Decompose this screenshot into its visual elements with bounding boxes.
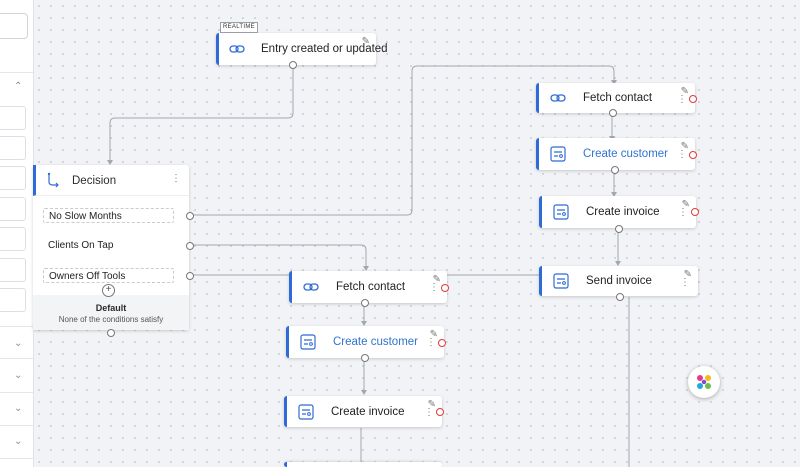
field-slot[interactable] xyxy=(0,106,26,130)
create-invoice-node[interactable]: Create invoice ✎ ⋮ xyxy=(284,396,442,427)
kebab-icon[interactable]: ⋮ xyxy=(678,208,688,218)
field-slot[interactable] xyxy=(0,136,26,160)
field-slot[interactable] xyxy=(0,288,26,312)
error-port[interactable] xyxy=(689,95,697,103)
left-panel: ⌃ ⌄ ⌄ ⌄ ⌄ xyxy=(0,0,34,467)
error-port[interactable] xyxy=(691,208,699,216)
send-invoice-node[interactable]: Send invoice ✎ ⋮ xyxy=(539,266,698,296)
divider xyxy=(0,72,33,73)
node-label: Fetch contact xyxy=(583,92,653,104)
module-icon xyxy=(297,403,315,421)
field-slot[interactable] xyxy=(0,227,26,251)
output-port[interactable] xyxy=(361,354,369,362)
decision-node[interactable]: Decision ⋮ No Slow Months Clients On Tap… xyxy=(33,165,189,330)
module-icon xyxy=(552,203,570,221)
link-icon xyxy=(229,40,245,58)
pencil-icon[interactable]: ✎ xyxy=(362,36,370,47)
decision-title: Decision xyxy=(72,175,117,187)
module-icon xyxy=(299,333,317,351)
divider xyxy=(0,358,33,359)
plus-icon[interactable]: + xyxy=(102,284,115,297)
chevron-down-icon[interactable]: ⌄ xyxy=(14,370,22,381)
colorful-logo-icon xyxy=(697,375,711,389)
output-port[interactable] xyxy=(107,329,115,337)
chevron-down-icon[interactable]: ⌄ xyxy=(14,338,22,349)
node-label: Fetch contact xyxy=(336,281,406,293)
default-title: Default xyxy=(95,303,127,313)
condition-owners-off-tools[interactable]: Owners Off Tools xyxy=(43,268,174,283)
divider xyxy=(0,458,33,459)
create-invoice-node[interactable]: Create invoice ✎ ⋮ xyxy=(539,196,696,228)
field-slot[interactable] xyxy=(0,197,26,221)
output-port[interactable] xyxy=(361,299,369,307)
kebab-icon[interactable]: ⋮ xyxy=(171,174,181,184)
module-icon xyxy=(552,272,570,290)
output-port[interactable] xyxy=(609,109,617,117)
fetch-contact-node[interactable]: Fetch contact ✎ ⋮ xyxy=(289,271,447,303)
node-label: Create invoice xyxy=(331,405,405,418)
link-icon xyxy=(549,89,567,107)
output-port[interactable] xyxy=(616,293,624,301)
kebab-icon[interactable]: ⋮ xyxy=(677,150,687,160)
search-input[interactable] xyxy=(0,13,28,39)
kebab-icon[interactable]: ⋮ xyxy=(426,338,436,348)
output-port[interactable] xyxy=(186,272,194,280)
output-port[interactable] xyxy=(289,61,297,69)
decision-header: Decision ⋮ xyxy=(33,165,189,196)
output-port[interactable] xyxy=(615,225,623,233)
default-subtitle: None of the conditions satisfy xyxy=(58,315,164,324)
trigger-node[interactable]: REALTIME Entry created or updated ✎ xyxy=(216,22,388,65)
divider xyxy=(0,326,33,327)
node-label: Send invoice xyxy=(586,275,652,287)
node-label: Create invoice xyxy=(586,206,660,218)
fetch-contact-node[interactable]: Fetch contact ✎ ⋮ xyxy=(536,83,695,113)
decision-icon xyxy=(46,172,60,191)
node-label: Create customer xyxy=(583,148,669,160)
next-node[interactable] xyxy=(284,462,442,467)
chevron-down-icon[interactable]: ⌄ xyxy=(14,403,22,414)
condition-no-slow-months[interactable]: No Slow Months xyxy=(43,208,174,223)
error-port[interactable] xyxy=(441,284,449,292)
chevron-up-icon[interactable]: ⌃ xyxy=(14,81,22,92)
output-port[interactable] xyxy=(186,242,194,250)
divider xyxy=(0,425,33,426)
condition-clients-on-tap[interactable]: Clients On Tap xyxy=(43,238,174,253)
node-label: Create customer xyxy=(333,336,419,348)
error-port[interactable] xyxy=(438,339,446,347)
link-icon xyxy=(302,278,320,296)
module-icon xyxy=(549,145,567,163)
realtime-tag: REALTIME xyxy=(220,22,258,33)
kebab-icon[interactable]: ⋮ xyxy=(677,95,687,105)
kebab-icon[interactable]: ⋮ xyxy=(680,278,690,288)
output-port[interactable] xyxy=(186,212,194,220)
kebab-icon[interactable]: ⋮ xyxy=(429,283,439,293)
divider xyxy=(0,392,33,393)
error-port[interactable] xyxy=(689,151,697,159)
assistant-fab-button[interactable] xyxy=(688,366,720,398)
field-slot[interactable] xyxy=(0,166,26,190)
chevron-down-icon[interactable]: ⌄ xyxy=(14,436,22,447)
error-port[interactable] xyxy=(436,408,444,416)
field-slot[interactable] xyxy=(0,258,26,282)
kebab-icon[interactable]: ⋮ xyxy=(424,408,434,418)
output-port[interactable] xyxy=(611,166,619,174)
